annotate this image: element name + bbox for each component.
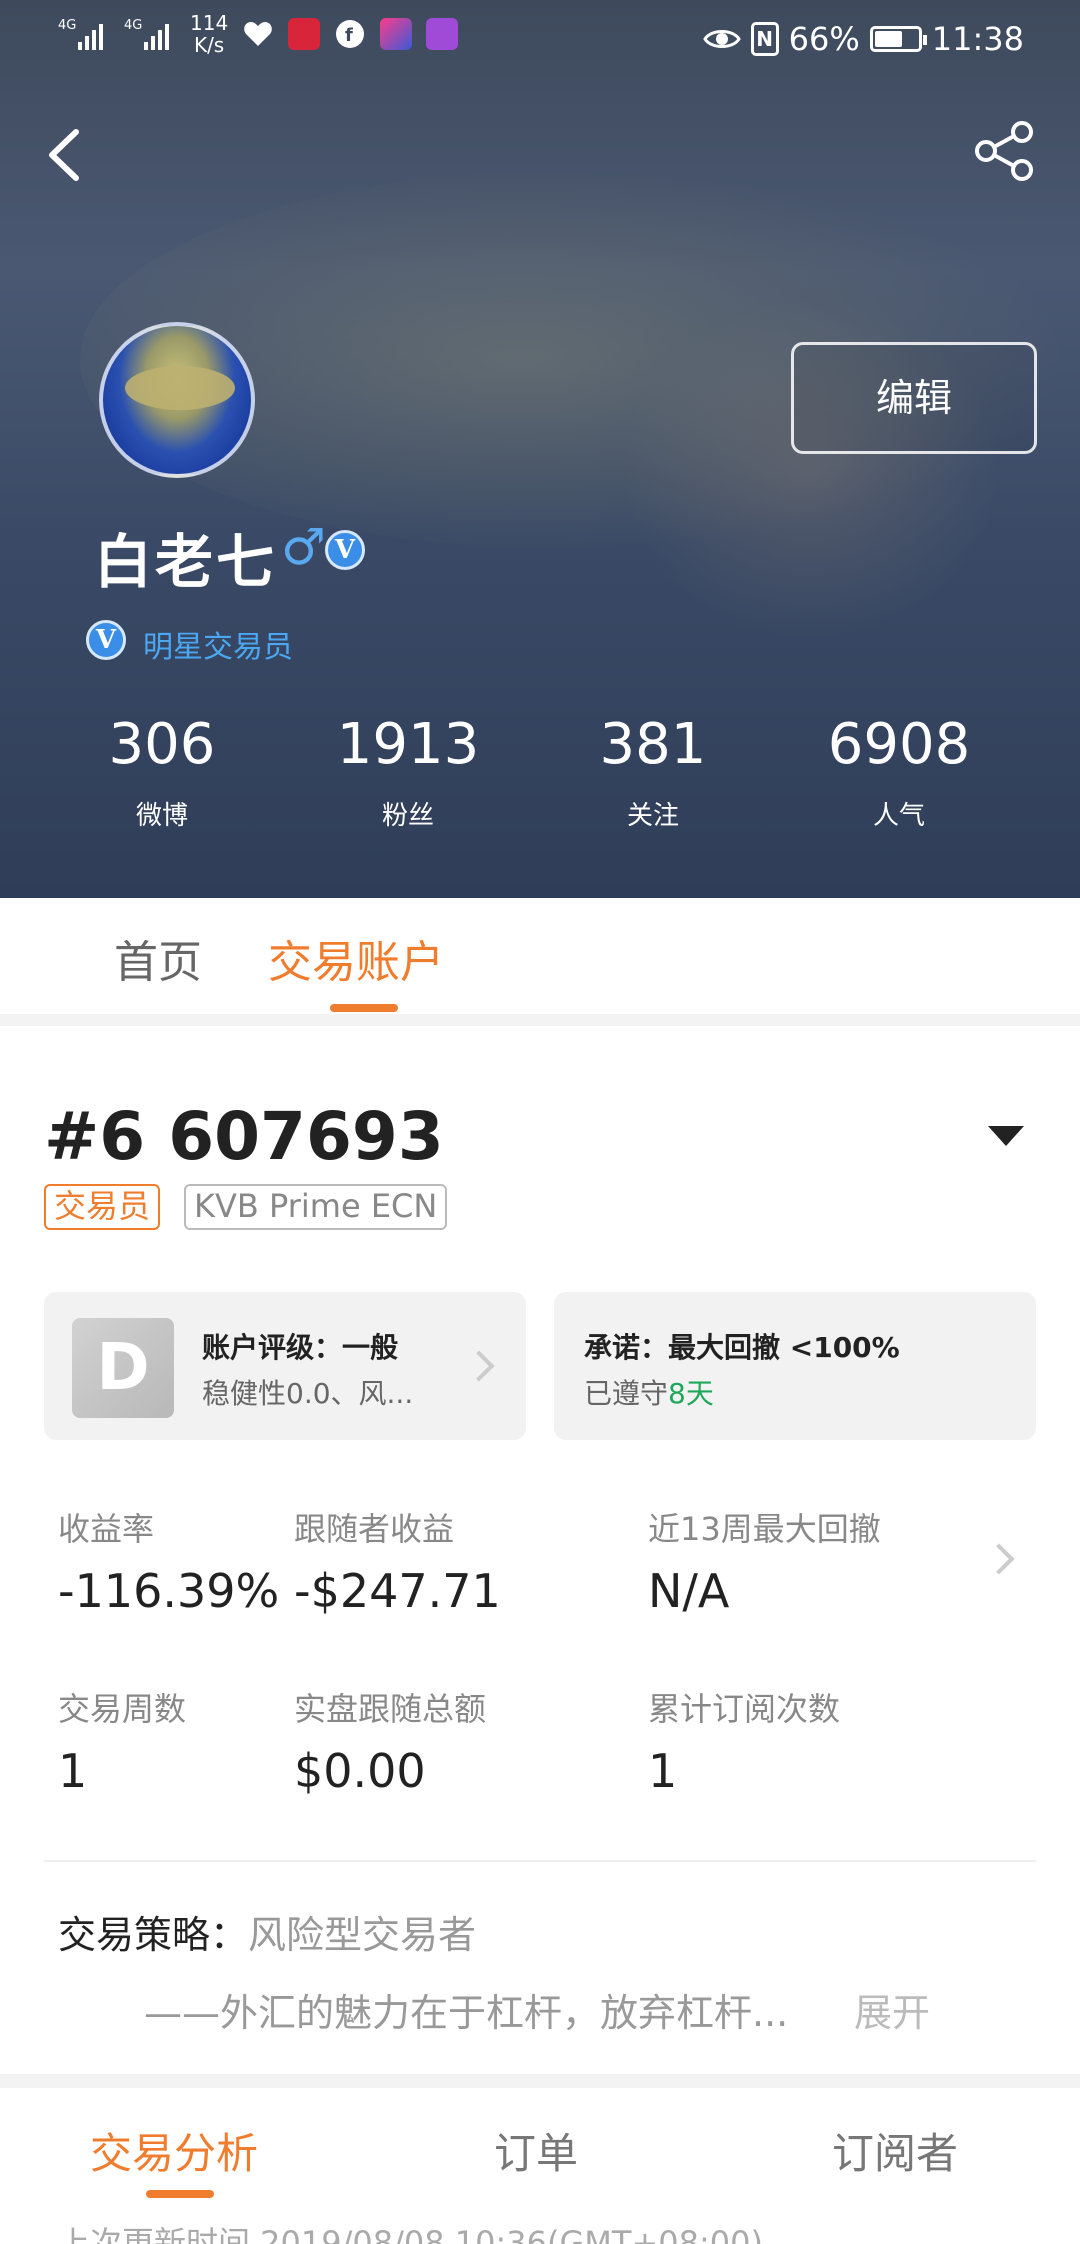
rating-subtitle: 稳健性0.0、风... — [202, 1377, 414, 1410]
metric-label: 累计订阅次数 — [648, 1690, 841, 1728]
tab-subscribers[interactable]: 订阅者 — [832, 2120, 958, 2181]
share-icon[interactable] — [970, 116, 1040, 186]
strategy-label: 交易策略： — [58, 1913, 249, 1957]
back-arrow-icon[interactable] — [36, 120, 96, 190]
stat-label: 微博 — [135, 801, 188, 831]
promise-box: 承诺：最大回撤 <100% 已遵守8天 — [554, 1292, 1036, 1440]
bank-app-icon — [426, 18, 459, 50]
tab-active-indicator — [330, 1004, 398, 1012]
promise-days: 8天 — [668, 1377, 714, 1410]
profile-screen: 4G 4G 114 K/s f N 66% 11:38 编辑 白老七 ♂ V V… — [0, 0, 1080, 2244]
f-app-icon: f — [336, 20, 365, 48]
signal-label: 4G — [58, 18, 77, 33]
chevron-right-icon — [463, 1350, 495, 1382]
account-number: #6 607693 — [44, 1098, 444, 1175]
stat-posts[interactable]: 306 微博 — [52, 712, 272, 832]
verified-badge-icon: V — [325, 530, 365, 570]
metric-value: -$247.71 — [294, 1564, 501, 1618]
stat-value: 306 — [108, 712, 216, 777]
rating-title: 账户评级：一般 — [202, 1331, 399, 1364]
pink-app-icon — [380, 18, 413, 50]
battery-icon — [869, 26, 927, 52]
clock: 11:38 — [931, 20, 1024, 58]
profile-header: 4G 4G 114 K/s f N 66% 11:38 编辑 白老七 ♂ V V… — [0, 0, 1080, 898]
broker-tag: KVB Prime ECN — [184, 1184, 448, 1230]
stat-popularity[interactable]: 6908 人气 — [789, 712, 1009, 832]
metric-return-rate: 收益率 -116.39% — [58, 1504, 279, 1618]
signal-label-2: 4G — [124, 18, 143, 33]
role-label[interactable]: 明星交易员 — [143, 622, 293, 666]
profile-tabs: 首页 交易账户 — [0, 898, 1080, 1014]
tab-orders[interactable]: 订单 — [494, 2120, 578, 2181]
male-gender-icon: ♂ — [281, 518, 326, 576]
battery-percent: 66% — [788, 20, 860, 58]
metric-value: N/A — [648, 1564, 730, 1618]
edit-button[interactable]: 编辑 — [791, 342, 1037, 454]
dropdown-caret-icon[interactable] — [988, 1126, 1024, 1146]
rating-grade-icon: D — [72, 1318, 174, 1418]
trader-tag: 交易员 — [44, 1184, 161, 1230]
eye-icon — [702, 30, 741, 48]
metric-follow-total: 实盘跟随总额 $0.00 — [294, 1684, 486, 1798]
metric-subscription-count: 累计订阅次数 1 — [648, 1684, 840, 1798]
health-app-icon — [244, 22, 273, 46]
status-left: 4G 4G 114 K/s f — [58, 12, 459, 56]
tab-home[interactable]: 首页 — [114, 926, 202, 990]
tab-trade-analysis[interactable]: 交易分析 — [90, 2120, 258, 2181]
tab-trading-account[interactable]: 交易账户 — [268, 926, 444, 990]
account-rating-box[interactable]: D 账户评级：一般 稳健性0.0、风... — [44, 1292, 526, 1440]
stat-value: 1913 — [336, 712, 480, 777]
stat-fans[interactable]: 1913 粉丝 — [298, 712, 518, 832]
speed-value: 114 — [190, 11, 229, 35]
status-right: N 66% 11:38 — [702, 20, 1024, 58]
metric-follower-profit: 跟随者收益 -$247.71 — [294, 1504, 501, 1618]
metric-label: 收益率 — [58, 1510, 155, 1548]
signal-icon: 4G — [58, 14, 110, 54]
metric-label: 交易周数 — [58, 1690, 187, 1728]
stat-label: 粉丝 — [381, 801, 434, 831]
strategy-value: 风险型交易者 — [248, 1913, 477, 1957]
stat-label: 关注 — [626, 801, 679, 831]
last-updated-text: 上次更新时间 2019/08/08 10:36(GMT+08:00) — [58, 2224, 763, 2244]
promise-prefix: 已遵守 — [584, 1377, 669, 1410]
metric-max-drawdown[interactable]: 近13周最大回撤 N/A — [648, 1504, 881, 1618]
metric-label: 实盘跟随总额 — [294, 1690, 487, 1728]
signal-icon-2: 4G — [124, 14, 176, 54]
red-app-icon — [288, 18, 321, 50]
strategy-motto: ——外汇的魅力在于杠杆，放弃杠杆... — [144, 1991, 789, 2035]
metric-value: 1 — [648, 1744, 678, 1798]
metric-label: 近13周最大回撤 — [648, 1510, 881, 1548]
promise-subtitle: 已遵守8天 — [584, 1372, 714, 1412]
stat-following[interactable]: 381 关注 — [543, 712, 763, 832]
metric-trading-weeks: 交易周数 1 — [58, 1684, 186, 1798]
avatar[interactable] — [99, 322, 255, 478]
trading-strategy: 交易策略：风险型交易者 — [58, 1904, 476, 1959]
stat-label: 人气 — [872, 801, 925, 831]
stat-value: 381 — [599, 712, 707, 777]
metric-value: 1 — [58, 1744, 88, 1798]
stat-value: 6908 — [827, 712, 971, 777]
promise-title: 承诺：最大回撤 <100% — [584, 1331, 900, 1364]
expand-link[interactable]: 展开 — [854, 1982, 930, 2037]
profile-name: 白老七 — [94, 528, 278, 596]
divider — [44, 1860, 1036, 1862]
metric-label: 跟随者收益 — [294, 1510, 455, 1548]
status-bar: 4G 4G 114 K/s f N 66% 11:38 — [0, 0, 1080, 80]
star-trader-badge-icon: V — [86, 620, 126, 660]
network-speed: 114 K/s — [190, 12, 228, 56]
svg-text:f: f — [345, 25, 353, 46]
metric-value: $0.00 — [294, 1744, 426, 1798]
speed-unit: K/s — [193, 33, 225, 57]
metric-value: -116.39% — [58, 1564, 280, 1618]
bottom-tab-active-indicator — [146, 2190, 214, 2198]
nfc-icon: N — [750, 22, 779, 56]
